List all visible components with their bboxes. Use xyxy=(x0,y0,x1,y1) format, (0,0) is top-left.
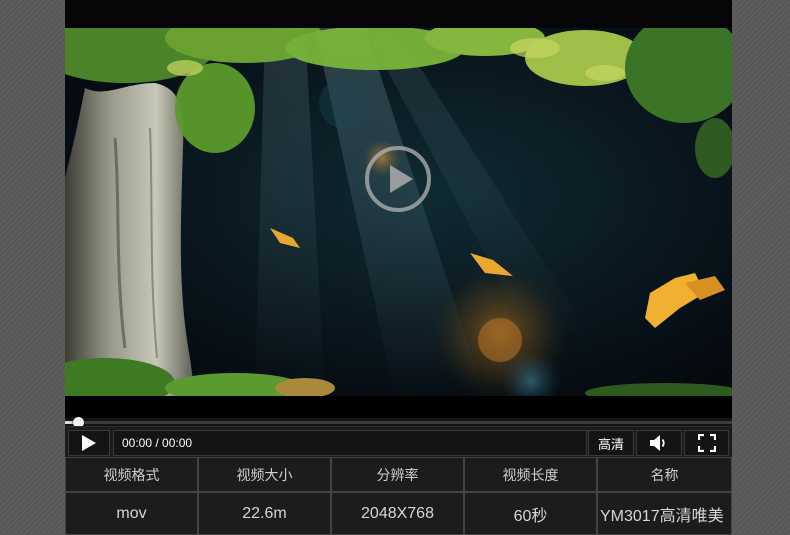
video-viewport[interactable] xyxy=(65,0,732,418)
value-length: 60秒 xyxy=(464,492,597,535)
play-circle-icon[interactable] xyxy=(363,144,433,214)
play-button[interactable] xyxy=(68,430,110,456)
progress-bar[interactable] xyxy=(65,417,732,428)
fullscreen-button[interactable] xyxy=(684,430,729,456)
value-name: YM3017高清唯美 xyxy=(597,492,732,535)
quality-button[interactable]: 高清 xyxy=(588,430,634,456)
control-bar: 00:00 / 00:00 高清 xyxy=(65,426,732,458)
time-display: 00:00 / 00:00 xyxy=(113,430,587,456)
header-name: 名称 xyxy=(597,457,732,492)
video-letterbox-top xyxy=(65,0,732,28)
volume-button[interactable] xyxy=(636,430,682,456)
progress-track[interactable] xyxy=(65,421,732,424)
video-letterbox-bottom xyxy=(65,396,732,418)
value-resolution: 2048X768 xyxy=(331,492,464,535)
header-size: 视频大小 xyxy=(198,457,331,492)
value-size: 22.6m xyxy=(198,492,331,535)
fullscreen-icon xyxy=(697,434,716,452)
header-resolution: 分辨率 xyxy=(331,457,464,492)
volume-icon xyxy=(650,435,665,451)
play-icon xyxy=(82,435,96,451)
video-player-panel: 00:00 / 00:00 高清 视频格式 视频大小 分辨率 视频长度 名称 m… xyxy=(65,0,732,535)
video-info-table: 视频格式 视频大小 分辨率 视频长度 名称 mov 22.6m 2048X768… xyxy=(65,457,732,535)
header-length: 视频长度 xyxy=(464,457,597,492)
header-format: 视频格式 xyxy=(65,457,198,492)
value-format: mov xyxy=(65,492,198,535)
